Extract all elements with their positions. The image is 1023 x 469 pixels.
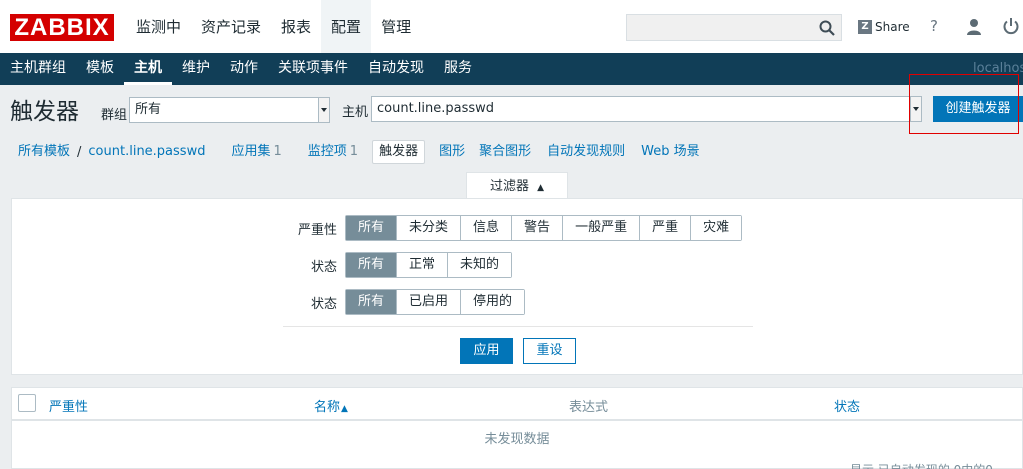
table-header: 严重性 名称▲ 表达式 状态 <box>12 388 1022 421</box>
severity-option-information[interactable]: 信息 <box>460 216 512 240</box>
host-select-value: count.line.passwd <box>377 101 495 116</box>
triangle-up-icon: ▲ <box>537 183 545 193</box>
severity-options: 所有 未分类 信息 警告 一般严重 严重 灾难 <box>345 215 743 241</box>
top-header: ZABBIX 监测中 资产记录 报表 配置 管理 Z Share ? <box>0 0 1023 53</box>
applications-label: 应用集 <box>231 144 271 159</box>
applications-count: 1 <box>273 144 282 159</box>
sub-menu-bar: 主机群组 模板 主机 维护 动作 关联项事件 自动发现 服务 localhost <box>0 53 1023 85</box>
table-footer-stats: 显示 已自动发现的 0中的0 <box>850 461 993 469</box>
applications-link[interactable]: 应用集 1 <box>225 141 287 163</box>
zabbix-logo[interactable]: ZABBIX <box>10 14 114 41</box>
sub-menu-services[interactable]: 服务 <box>434 53 482 85</box>
screens-link[interactable]: 聚合图形 <box>473 141 537 163</box>
status-option-all[interactable]: 所有 <box>346 290 397 314</box>
state-filter-row: 状态 所有 正常 未知的 <box>289 252 513 278</box>
main-menu-monitoring[interactable]: 监测中 <box>126 0 191 53</box>
share-label: Share <box>875 20 910 34</box>
column-name-label: 名称 <box>314 400 341 415</box>
status-filter-row: 状态 所有 已启用 停用的 <box>289 289 526 315</box>
sub-menu-maintenance[interactable]: 维护 <box>172 53 220 85</box>
sub-menu-event-correlation[interactable]: 关联项事件 <box>268 53 358 85</box>
sub-menu-host-groups[interactable]: 主机群组 <box>0 53 76 85</box>
main-menu: 监测中 资产记录 报表 配置 管理 <box>126 0 421 53</box>
filter-panel: 严重性 所有 未分类 信息 警告 一般严重 严重 灾难 状态 所有 正常 未知的… <box>11 198 1023 375</box>
column-name[interactable]: 名称▲ <box>314 396 348 415</box>
share-link[interactable]: Z Share <box>858 19 910 35</box>
state-options: 所有 正常 未知的 <box>345 252 513 278</box>
highlight-annotation <box>909 74 1019 134</box>
severity-filter-label: 严重性 <box>297 222 337 238</box>
severity-filter-row: 严重性 所有 未分类 信息 警告 一般严重 严重 灾难 <box>289 215 743 241</box>
discovery-rules-link[interactable]: 自动发现规则 <box>541 141 631 163</box>
severity-option-average[interactable]: 一般严重 <box>562 216 640 240</box>
host-navigation: 所有模板 / count.line.passwd 应用集 1 监控项 1 触发器 图… <box>12 140 706 164</box>
severity-option-all[interactable]: 所有 <box>346 216 397 240</box>
state-filter-label: 状态 <box>310 259 337 275</box>
search-input[interactable] <box>626 14 842 41</box>
triggers-table: 严重性 名称▲ 表达式 状态 未发现数据 <box>11 387 1023 469</box>
items-count: 1 <box>349 144 359 159</box>
search-icon[interactable] <box>818 19 836 37</box>
status-option-disabled[interactable]: 停用的 <box>460 290 525 314</box>
sub-menu-actions[interactable]: 动作 <box>220 53 268 85</box>
graphs-link[interactable]: 图形 <box>433 141 471 163</box>
items-link[interactable]: 监控项 1 <box>302 141 364 163</box>
column-expression: 表达式 <box>569 400 609 415</box>
group-select[interactable]: 所有 <box>129 97 330 123</box>
group-label: 群组 <box>101 108 128 123</box>
no-data-message: 未发现数据 <box>484 432 550 447</box>
status-filter-label: 状态 <box>310 296 337 312</box>
sort-ascending-icon: ▲ <box>341 404 348 414</box>
status-option-enabled[interactable]: 已启用 <box>396 290 461 314</box>
user-profile-icon[interactable] <box>966 18 982 36</box>
state-option-all[interactable]: 所有 <box>346 253 397 277</box>
sub-menu: 主机群组 模板 主机 维护 动作 关联项事件 自动发现 服务 <box>0 53 482 85</box>
main-menu-configuration[interactable]: 配置 <box>321 0 372 53</box>
sub-menu-hosts[interactable]: 主机 <box>124 53 172 85</box>
main-menu-administration[interactable]: 管理 <box>371 0 421 53</box>
page-title: 触发器 <box>10 99 79 125</box>
main-menu-reports[interactable]: 报表 <box>271 0 321 53</box>
zabbix-share-icon: Z <box>858 20 872 34</box>
help-button[interactable]: ? <box>930 17 938 35</box>
reset-button[interactable]: 重设 <box>523 338 576 364</box>
state-option-unknown[interactable]: 未知的 <box>447 253 512 277</box>
state-option-normal[interactable]: 正常 <box>396 253 448 277</box>
sign-out-icon[interactable] <box>1002 17 1020 35</box>
filter-tab-label: 过滤器 <box>489 179 529 194</box>
filter-divider <box>283 326 753 327</box>
select-all-checkbox[interactable] <box>18 394 36 412</box>
filter-toggle-tab[interactable]: 过滤器 ▲ <box>466 172 568 199</box>
column-severity[interactable]: 严重性 <box>49 396 88 415</box>
sub-menu-discovery[interactable]: 自动发现 <box>358 53 434 85</box>
severity-option-warning[interactable]: 警告 <box>511 216 563 240</box>
severity-option-disaster[interactable]: 灾难 <box>690 216 742 240</box>
web-scenarios-link[interactable]: Web 场景 <box>635 141 705 163</box>
sub-menu-templates[interactable]: 模板 <box>76 53 124 85</box>
column-status[interactable]: 状态 <box>834 396 860 415</box>
group-select-value: 所有 <box>135 102 162 117</box>
chevron-down-icon[interactable] <box>318 98 329 122</box>
items-label: 监控项 <box>307 144 347 159</box>
host-select[interactable]: count.line.passwd <box>371 96 922 122</box>
triggers-tab[interactable]: 触发器 <box>372 140 426 164</box>
severity-option-not-classified[interactable]: 未分类 <box>396 216 461 240</box>
host-link[interactable]: count.line.passwd <box>82 141 211 163</box>
all-templates-link[interactable]: 所有模板 <box>12 141 76 163</box>
severity-option-high[interactable]: 严重 <box>639 216 691 240</box>
main-menu-inventory[interactable]: 资产记录 <box>191 0 271 53</box>
status-options: 所有 已启用 停用的 <box>345 289 526 315</box>
host-label: 主机 <box>342 105 369 120</box>
apply-button[interactable]: 应用 <box>460 338 513 364</box>
